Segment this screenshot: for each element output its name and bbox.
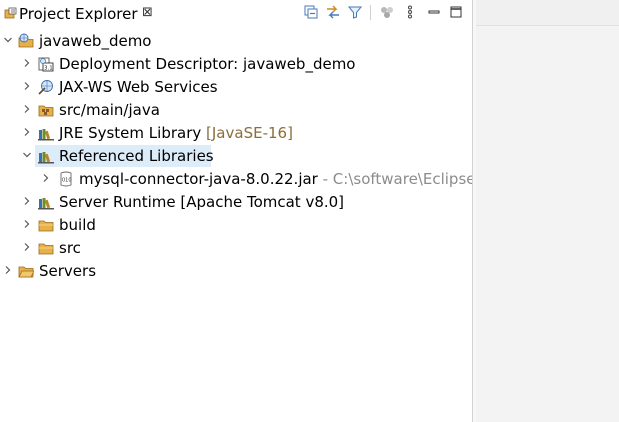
view-header: Project Explorer ⊠ <box>0 0 472 26</box>
tree-item-decoration: [JavaSE-16] <box>206 124 293 142</box>
tree-item-build[interactable]: build <box>0 214 472 236</box>
view-menu-icon[interactable] <box>401 3 419 21</box>
tree-item-label: Server Runtime [Apache Tomcat v8.0] <box>59 193 345 211</box>
editor-area <box>476 0 619 422</box>
tree-item-label: Servers <box>39 262 97 280</box>
tree-item-label: src/main/java <box>59 101 160 119</box>
tree-item-label: JRE System Library <box>59 124 202 142</box>
tree-item-src-main-java[interactable]: src/main/java <box>0 99 472 121</box>
deployment-descriptor-icon: 3.1 <box>38 57 54 72</box>
library-icon <box>38 152 54 164</box>
tree-item-label: Deployment Descriptor: javaweb_demo <box>59 55 356 73</box>
servers-project-icon <box>18 266 34 278</box>
view-title[interactable]: Project Explorer <box>19 5 138 23</box>
chevron-right-icon[interactable] <box>3 265 13 275</box>
source-folder-icon <box>38 105 54 117</box>
tree-item-label: mysql-connector-java-8.0.22.jar <box>79 170 318 188</box>
tree-item-label: src <box>59 239 81 257</box>
focus-icon[interactable] <box>378 3 396 21</box>
filter-icon[interactable] <box>346 3 364 21</box>
tree-item-server-runtime[interactable]: Server Runtime [Apache Tomcat v8.0] <box>0 191 472 213</box>
chevron-right-icon[interactable] <box>22 219 32 229</box>
tree-item-label: javaweb_demo <box>39 32 152 50</box>
editor-tab-strip <box>476 0 619 26</box>
folder-icon <box>38 220 54 232</box>
svg-text:010: 010 <box>62 178 72 184</box>
tree-item-javaweb-demo[interactable]: javaweb_demo <box>0 30 472 52</box>
project-explorer-icon <box>4 7 17 19</box>
library-icon <box>38 198 54 210</box>
tree-item-label: Referenced Libraries <box>59 147 214 165</box>
chevron-down-icon[interactable] <box>3 35 13 45</box>
toolbar-separator <box>370 5 371 20</box>
chevron-right-icon[interactable] <box>22 58 32 68</box>
chevron-right-icon[interactable] <box>22 104 32 114</box>
chevron-right-icon[interactable] <box>22 81 32 91</box>
tree-item-label-group: mysql-connector-java-8.0.22.jar - C:\sof… <box>79 170 485 188</box>
chevron-right-icon[interactable] <box>22 242 32 252</box>
tree-item-decoration: - C:\software\Eclipse\j <box>322 170 485 188</box>
tree-item-label: JAX-WS Web Services <box>59 78 218 96</box>
tree-item-src[interactable]: src <box>0 237 472 259</box>
library-icon <box>38 129 54 141</box>
web-services-icon <box>38 80 53 95</box>
jar-icon: 010 <box>60 171 72 187</box>
maximize-icon[interactable] <box>447 3 465 21</box>
close-icon[interactable]: ⊠ <box>142 5 153 20</box>
chevron-down-icon[interactable] <box>22 150 32 160</box>
project-explorer-view: Project Explorer ⊠ javaweb_demo 3.1 Depl… <box>0 0 485 422</box>
minimize-icon[interactable] <box>425 3 443 21</box>
web-project-icon <box>18 33 34 48</box>
tree-item-jax-ws[interactable]: JAX-WS Web Services <box>0 76 472 98</box>
tree-item-label-group: JRE System Library [JavaSE-16] <box>59 124 293 142</box>
tree-item-mysql-jar[interactable]: 010 mysql-connector-java-8.0.22.jar - C:… <box>0 168 485 190</box>
tree-item-label: build <box>59 216 96 234</box>
chevron-right-icon[interactable] <box>22 127 32 137</box>
collapse-all-icon[interactable] <box>302 3 320 21</box>
tree-item-referenced-libraries[interactable]: Referenced Libraries <box>0 145 472 167</box>
tree-item-deployment-descriptor[interactable]: 3.1 Deployment Descriptor: javaweb_demo <box>0 53 472 75</box>
tree-item-jre-system-library[interactable]: JRE System Library [JavaSE-16] <box>0 122 472 144</box>
svg-text:3.1: 3.1 <box>44 66 53 72</box>
folder-icon <box>38 243 54 255</box>
link-with-editor-icon[interactable] <box>324 3 342 21</box>
tree-item-servers[interactable]: Servers <box>0 260 472 282</box>
chevron-right-icon[interactable] <box>22 196 32 206</box>
chevron-right-icon[interactable] <box>41 173 51 183</box>
